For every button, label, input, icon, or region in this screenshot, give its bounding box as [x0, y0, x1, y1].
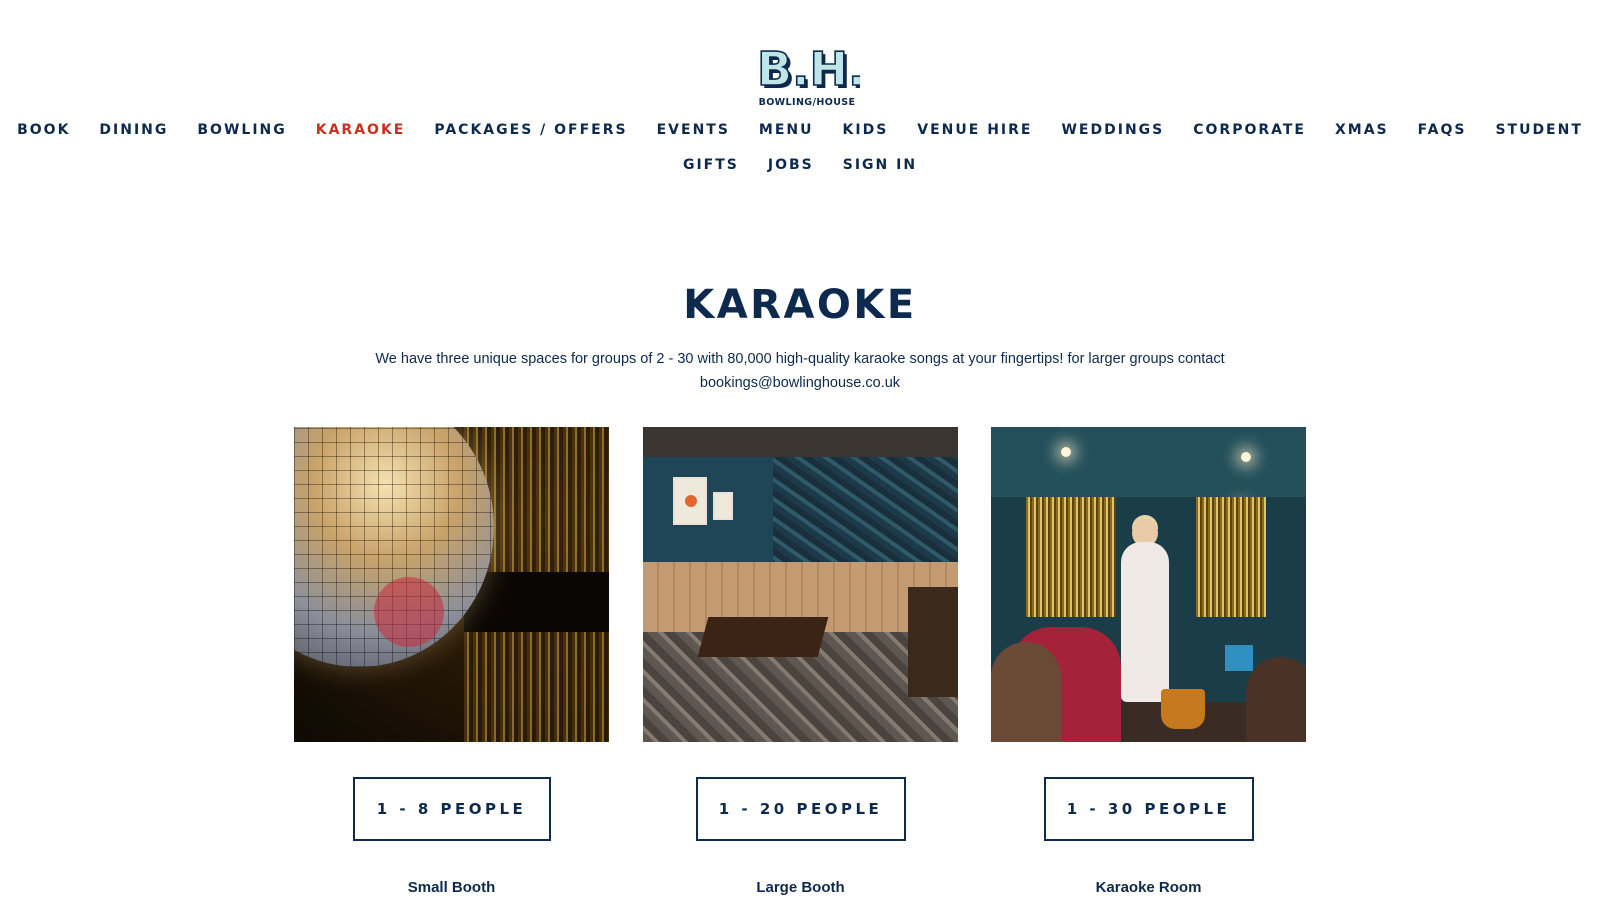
room-card-small-booth: 1 - 8 PEOPLE Small Booth	[294, 427, 609, 896]
nav-xmas[interactable]: XMAS	[1335, 122, 1389, 138]
page-title: KARAOKE	[683, 282, 917, 328]
nav-events[interactable]: EVENTS	[657, 122, 730, 138]
bowling-house-logo[interactable]: B.H. B.H. BOWLING/HOUSE	[754, 30, 860, 110]
nav-kids[interactable]: KIDS	[843, 122, 889, 138]
main-nav: BOOK DINING BOWLING KARAOKE PACKAGES / O…	[0, 122, 1600, 138]
nav-menu[interactable]: MENU	[759, 122, 814, 138]
nav-packages-offers[interactable]: PACKAGES / OFFERS	[434, 122, 627, 138]
nav-book[interactable]: BOOK	[17, 122, 70, 138]
logo-wordmark: BOWLING/HOUSE	[758, 97, 856, 108]
nav-venue-hire[interactable]: VENUE HIRE	[917, 122, 1032, 138]
nav-gifts[interactable]: GIFTS	[683, 157, 739, 173]
nav-weddings[interactable]: WEDDINGS	[1061, 122, 1164, 138]
nav-jobs[interactable]: JOBS	[768, 157, 814, 173]
karaoke-room-photo	[991, 427, 1306, 742]
nav-karaoke[interactable]: KARAOKE	[316, 122, 406, 138]
karaoke-room-people-button[interactable]: 1 - 30 PEOPLE	[1043, 777, 1254, 841]
large-booth-people-button[interactable]: 1 - 20 PEOPLE	[695, 777, 906, 841]
svg-text:B.H.: B.H.	[757, 42, 860, 96]
nav-dining[interactable]: DINING	[99, 122, 168, 138]
nav-sign-in[interactable]: SIGN IN	[843, 157, 917, 173]
disco-ball-photo	[294, 427, 609, 742]
nav-bowling[interactable]: BOWLING	[197, 122, 286, 138]
room-name-karaoke-room: Karaoke Room	[1095, 879, 1202, 896]
nav-corporate[interactable]: CORPORATE	[1193, 122, 1306, 138]
small-booth-people-button[interactable]: 1 - 8 PEOPLE	[352, 777, 551, 841]
room-name-large-booth: Large Booth	[756, 879, 845, 896]
booth-room-photo	[643, 427, 958, 742]
room-name-small-booth: Small Booth	[407, 879, 496, 896]
nav-student[interactable]: STUDENT	[1495, 122, 1582, 138]
nav-faqs[interactable]: FAQS	[1418, 122, 1467, 138]
secondary-nav: GIFTS JOBS SIGN IN	[0, 157, 1600, 173]
room-card-karaoke-room: 1 - 30 PEOPLE Karaoke Room	[991, 427, 1306, 896]
page: B.H. B.H. BOWLING/HOUSE BOOK DINING BOWL…	[0, 0, 1600, 900]
room-card-large-booth: 1 - 20 PEOPLE Large Booth	[643, 427, 958, 896]
performer-figure	[1121, 542, 1169, 702]
intro-text: We have three unique spaces for groups o…	[375, 351, 1225, 391]
